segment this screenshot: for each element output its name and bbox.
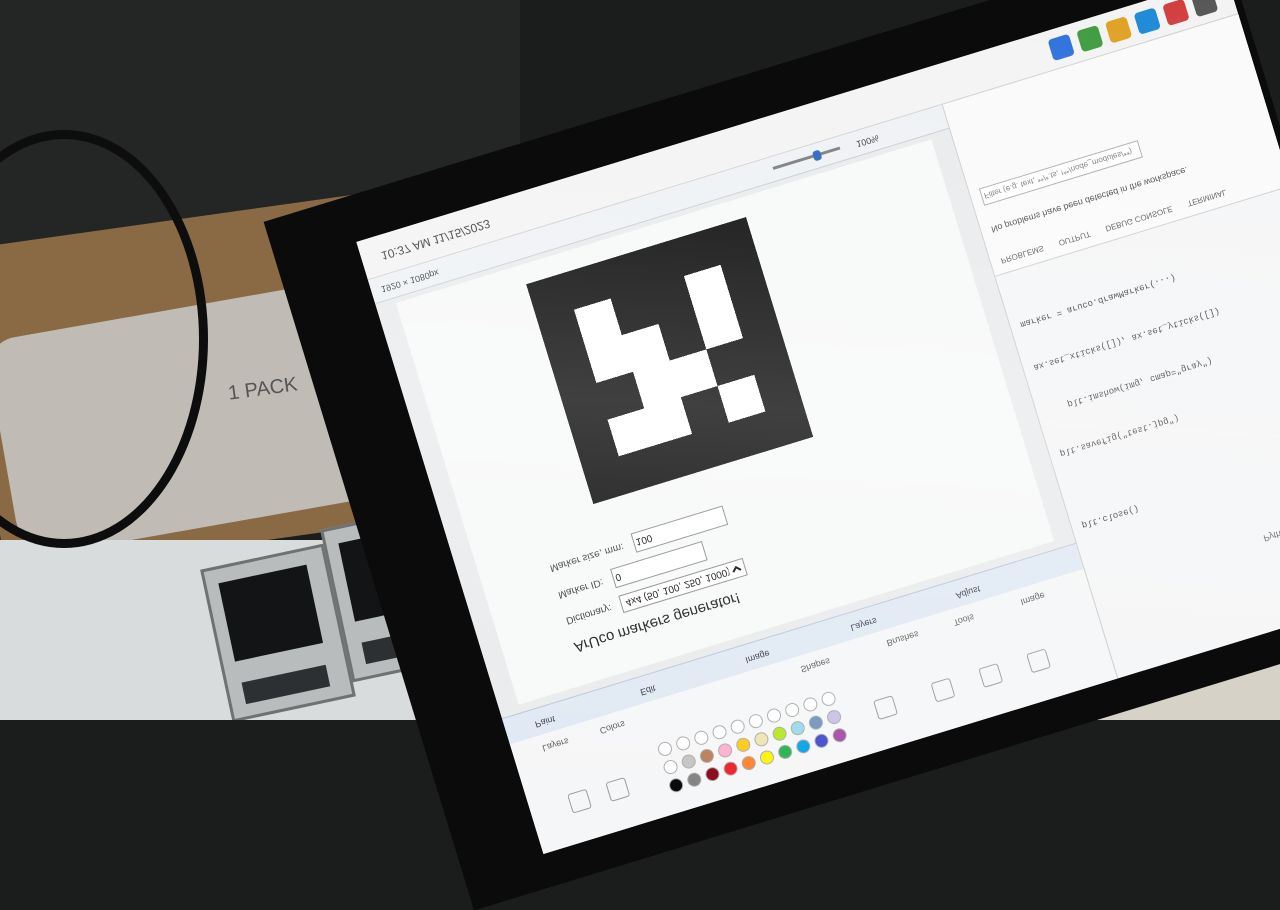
palette-swatch[interactable] (789, 719, 807, 737)
palette-swatch[interactable] (819, 690, 838, 708)
layers-icon[interactable] (567, 788, 593, 814)
tab-problems[interactable]: PROBLEMS (1000, 244, 1045, 266)
instrument-screen (218, 564, 324, 662)
palette-swatch[interactable] (728, 717, 747, 736)
taskbar-app-icon[interactable] (1162, 0, 1190, 27)
ribbon-group-label: Tools (952, 612, 976, 628)
palette-swatch[interactable] (807, 713, 825, 732)
palette-swatch[interactable] (830, 726, 849, 744)
clock-time: 10:37 AM (379, 234, 433, 263)
tab-paint[interactable]: Paint (534, 714, 557, 730)
palette-swatch[interactable] (825, 708, 843, 726)
pencil-icon[interactable] (978, 662, 1004, 688)
dictionary-label: Dictionary: (564, 602, 614, 627)
palette-swatch[interactable] (740, 754, 758, 772)
palette-swatch[interactable] (679, 752, 698, 771)
tab-terminal[interactable]: TERMINAL (1186, 188, 1227, 208)
zoom-knob[interactable] (811, 149, 823, 162)
palette-swatch[interactable] (703, 765, 722, 783)
palette-swatch[interactable] (674, 734, 692, 753)
palette-swatch[interactable] (765, 706, 783, 725)
taskbar-app-icon[interactable] (1133, 7, 1162, 35)
ribbon-group-label: Layers (541, 736, 570, 754)
tab-output[interactable]: OUTPUT (1058, 229, 1092, 247)
ribbon-group-label: Image (1019, 590, 1047, 608)
taskbar-app-icon[interactable] (1076, 24, 1104, 53)
palette-swatch[interactable] (716, 741, 734, 760)
palette-swatch[interactable] (770, 725, 789, 743)
palette-swatch[interactable] (656, 740, 674, 758)
taskbar-app-icon[interactable] (1104, 16, 1133, 44)
ribbon-group-label: Shapes (799, 656, 832, 675)
marker-id-label: Marker ID: (556, 576, 605, 601)
palette-swatch[interactable] (752, 730, 771, 749)
palette-swatch[interactable] (747, 712, 765, 730)
brush-icon[interactable] (930, 677, 956, 703)
ribbon-group-label: Brushes (885, 628, 920, 649)
tab-edit[interactable]: Edit (639, 683, 657, 697)
taskbar-app-icon[interactable] (1047, 33, 1075, 62)
tab-image[interactable]: Image (744, 648, 771, 665)
tab-layers[interactable]: Layers (849, 616, 878, 633)
ribbon-group-label: Colors (598, 718, 627, 736)
palette-swatch[interactable] (685, 770, 704, 789)
palette-swatch[interactable] (710, 723, 729, 741)
palette-swatch[interactable] (801, 695, 820, 714)
taskbar-app-icon[interactable] (1190, 0, 1219, 18)
code-line: plt.close() (1080, 503, 1141, 531)
palette-swatch[interactable] (734, 736, 752, 754)
palette-swatch[interactable] (783, 701, 801, 719)
palette-swatch[interactable] (776, 743, 794, 761)
select-icon[interactable] (1026, 648, 1052, 674)
palette-swatch[interactable] (692, 729, 711, 747)
palette-swatch[interactable] (812, 732, 831, 750)
palette-swatch[interactable] (758, 748, 776, 767)
clock-date: 11/15/2023 (431, 216, 492, 248)
zoom-level: 100% (855, 132, 881, 150)
palette-swatch[interactable] (794, 737, 813, 756)
image-creator-icon[interactable] (605, 776, 631, 802)
instrument-keys (241, 664, 331, 705)
palette-swatch[interactable] (667, 776, 685, 794)
tab-adjust[interactable]: Adjust (955, 584, 982, 601)
tab-debug-console[interactable]: DEBUG CONSOLE (1104, 204, 1173, 233)
palette-swatch[interactable] (721, 759, 740, 778)
aruco-marker (526, 216, 814, 505)
language-mode[interactable]: Python (1262, 526, 1280, 544)
palette-swatch[interactable] (698, 747, 716, 765)
shapes-icon[interactable] (873, 695, 899, 721)
palette-swatch[interactable] (661, 758, 680, 776)
